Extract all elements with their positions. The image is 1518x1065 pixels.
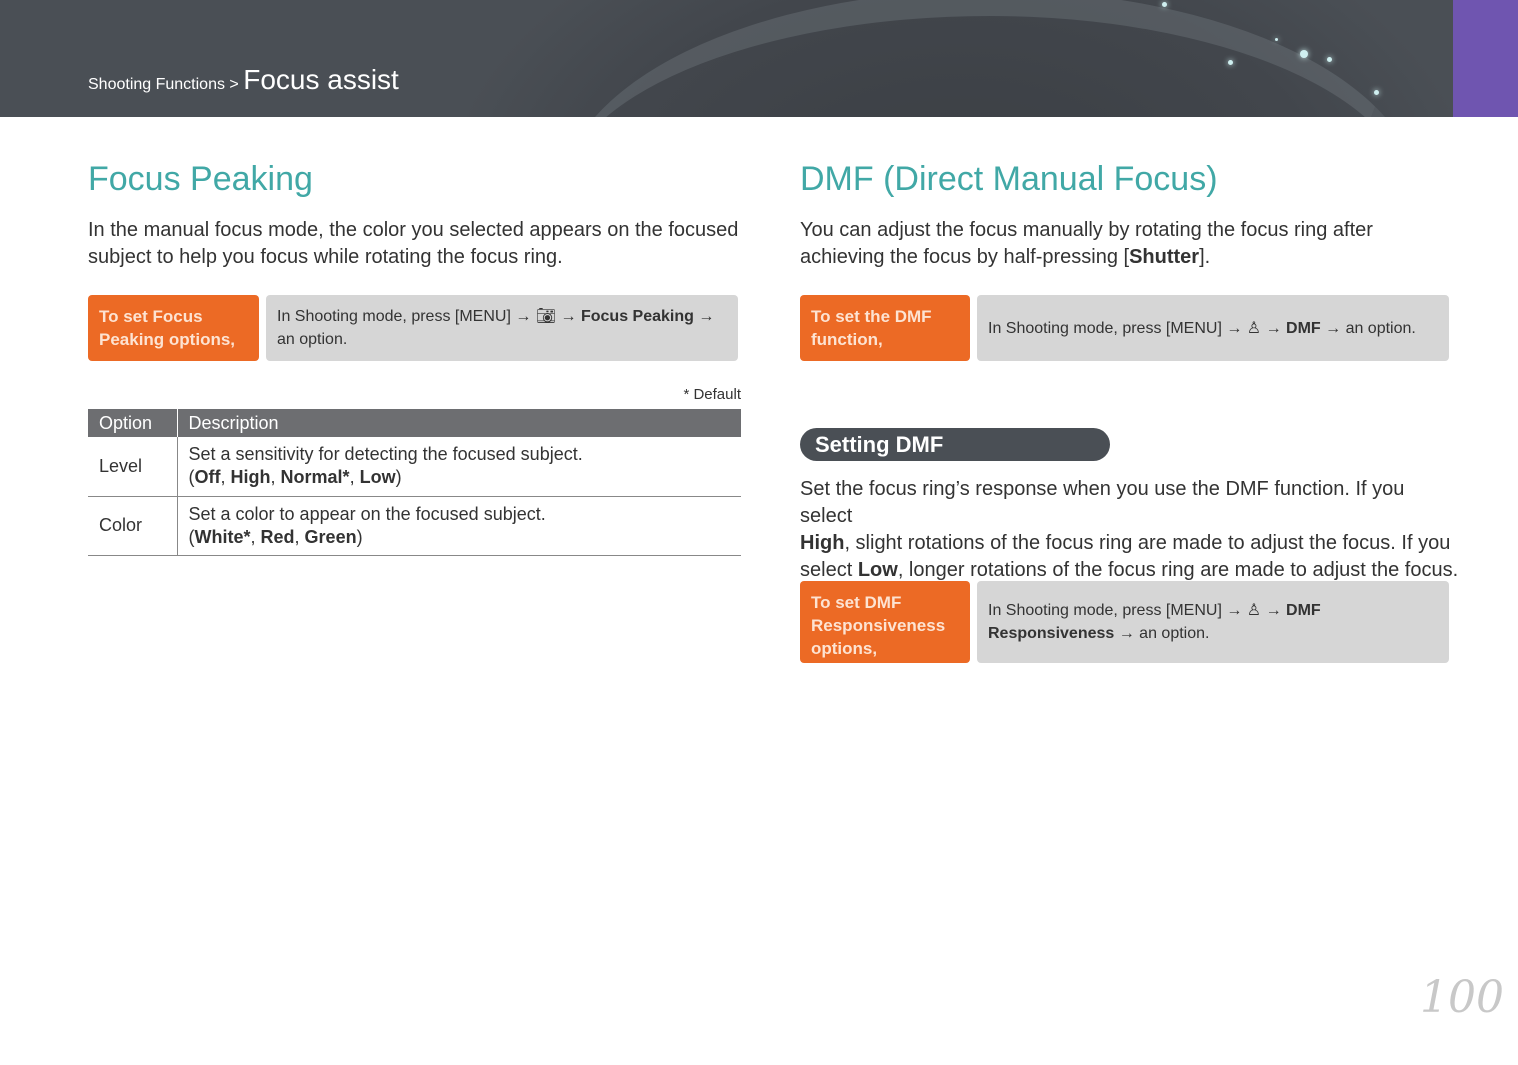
page-number: 100 <box>1420 972 1504 1023</box>
how-to-steps: In Shooting mode, press [MENU] → ♙ → DMF… <box>977 295 1449 361</box>
options-table: Option Description Level Set a sensitivity… <box>88 409 741 556</box>
page-header: Shooting Functions > Focus assist <box>0 0 1518 117</box>
dmf-responsiveness-text: Set the focus ring’s response when you u… <box>800 478 1459 581</box>
camera-icon: 📷︎ <box>535 308 557 325</box>
custom-settings-icon: ♙ <box>1246 602 1262 619</box>
header-decoration <box>560 0 1420 117</box>
header-description: Description <box>177 409 741 437</box>
how-to-label: To set the DMF function, <box>800 295 970 361</box>
chapter-tab[interactable] <box>1453 0 1518 117</box>
section-title-dmf: DMF (Direct Manual Focus) <box>800 160 1218 198</box>
header-option: Option <box>88 409 178 437</box>
breadcrumb-current: Focus assist <box>243 64 399 95</box>
how-to-steps: In Shooting mode, press [MENU] → 📷︎ → Fo… <box>266 295 738 361</box>
subsection-heading: Setting DMF responsiveness <box>800 428 1110 490</box>
table-row: Level Set a sensitivity for detecting the… <box>88 437 741 497</box>
breadcrumb-parent[interactable]: Shooting Functions > <box>88 76 239 93</box>
focus-peaking-intro: In the manual focus mode, the color you … <box>88 219 739 268</box>
custom-settings-icon: ♙ <box>1246 319 1262 337</box>
dmf-intro: You can adjust the focus manually by rot… <box>800 219 1373 268</box>
breadcrumb: Shooting Functions > Focus assist <box>88 64 399 96</box>
table-row: Color Set a color to appear on the focuse… <box>88 496 741 556</box>
default-note: * Default <box>683 386 741 403</box>
section-title-focus-peaking: Focus Peaking <box>88 160 313 198</box>
how-to-label: To set DMF Responsiveness options, <box>800 581 970 663</box>
how-to-steps: In Shooting mode, press [MENU] → ♙ → DMF… <box>977 581 1449 663</box>
how-to-label: To set Focus Peaking options, <box>88 295 259 361</box>
